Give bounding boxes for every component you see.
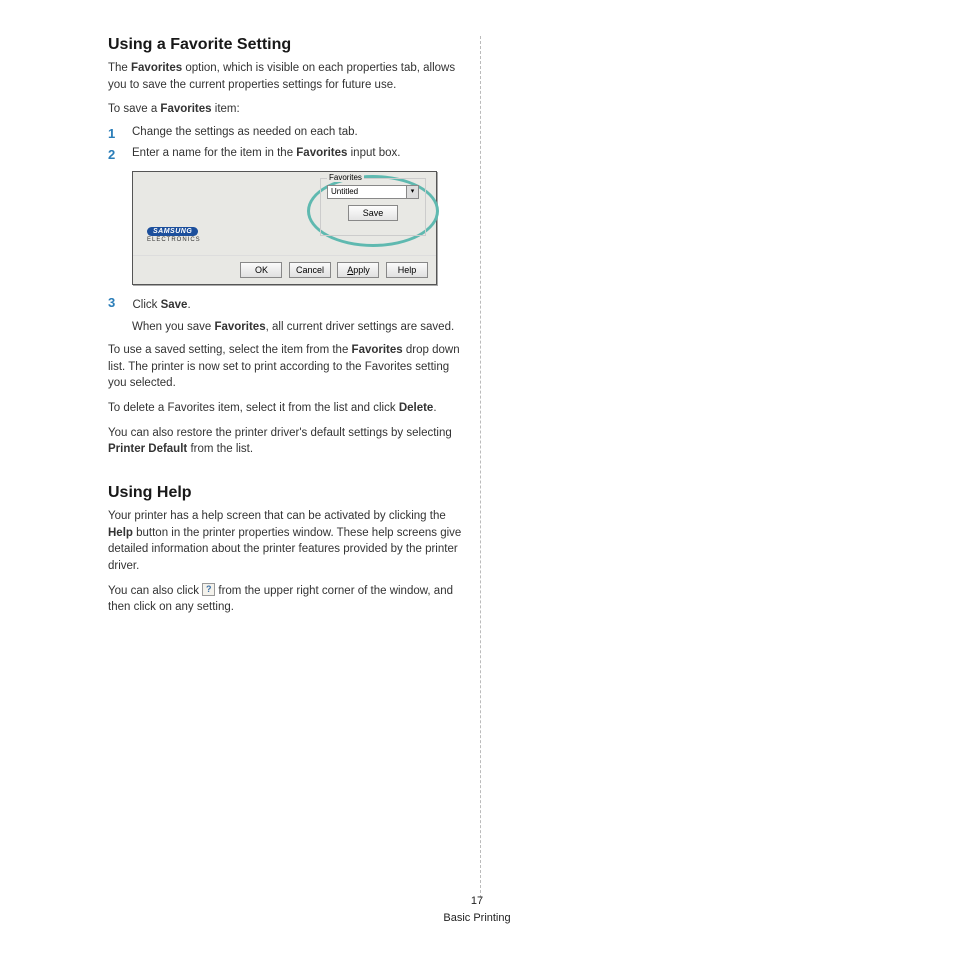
favorites-fieldset: Favorites Untitled ▾ Save xyxy=(320,178,426,236)
text: item: xyxy=(212,103,240,115)
text: . xyxy=(187,299,190,311)
question-mark-icon: ? xyxy=(202,583,215,596)
bold-favorites: Favorites xyxy=(214,321,265,333)
apply-rest: pply xyxy=(353,265,370,275)
bold-favorites: Favorites xyxy=(296,147,347,159)
step-1: 1 Change the settings as needed on each … xyxy=(108,124,463,141)
page-footer: 17 Basic Printing xyxy=(0,893,954,926)
help-paragraph-2: You can also click ? from the upper righ… xyxy=(108,583,463,616)
footer-section: Basic Printing xyxy=(0,910,954,927)
intro-paragraph: The Favorites option, which is visible o… xyxy=(108,60,463,93)
text: input box. xyxy=(347,147,400,159)
dialog-screenshot: SAMSUNG ELECTRONICS Favorites Untitled ▾… xyxy=(132,171,437,285)
apply-button[interactable]: Apply xyxy=(337,262,379,278)
bold-favorites: Favorites xyxy=(131,62,182,74)
heading-favorite-setting: Using a Favorite Setting xyxy=(108,36,463,54)
step-number: 2 xyxy=(108,145,115,165)
logo-subtext: ELECTRONICS xyxy=(147,237,201,243)
favorites-legend: Favorites xyxy=(327,173,364,182)
text: , all current driver settings are saved. xyxy=(266,321,455,333)
heading-using-help: Using Help xyxy=(108,484,463,502)
step-3-text: Click Save. xyxy=(132,297,462,314)
delete-paragraph: To delete a Favorites item, select it fr… xyxy=(108,400,463,417)
restore-paragraph: You can also restore the printer driver'… xyxy=(108,425,463,458)
ok-button[interactable]: OK xyxy=(240,262,282,278)
dropdown-value: Untitled xyxy=(328,186,406,198)
logo-text: SAMSUNG xyxy=(147,227,198,236)
text: To delete a Favorites item, select it fr… xyxy=(108,402,399,414)
text: To use a saved setting, select the item … xyxy=(108,344,352,356)
save-button[interactable]: Save xyxy=(348,205,398,221)
cancel-button[interactable]: Cancel xyxy=(289,262,331,278)
text: Your printer has a help screen that can … xyxy=(108,510,446,522)
samsung-logo: SAMSUNG ELECTRONICS xyxy=(147,225,201,243)
chevron-down-icon[interactable]: ▾ xyxy=(406,186,418,198)
step-2: 2 Enter a name for the item in the Favor… xyxy=(108,145,463,162)
help-button[interactable]: Help xyxy=(386,262,428,278)
step-text: Change the settings as needed on each ta… xyxy=(132,126,358,138)
bold-help: Help xyxy=(108,527,133,539)
text: You can also restore the printer driver'… xyxy=(108,427,452,439)
text: The xyxy=(108,62,131,74)
text: Enter a name for the item in the xyxy=(132,147,296,159)
column-divider xyxy=(480,36,481,898)
text: You can also click xyxy=(108,585,202,597)
step-3-followup: When you save Favorites, all current dri… xyxy=(132,319,462,336)
text: button in the printer properties window.… xyxy=(108,527,461,572)
use-saved-paragraph: To use a saved setting, select the item … xyxy=(108,342,463,392)
dialog-button-row: OK Cancel Apply Help xyxy=(133,256,436,284)
save-lead: To save a Favorites item: xyxy=(108,101,463,118)
text: Click xyxy=(132,299,160,311)
text: To save a xyxy=(108,103,160,115)
text: from the list. xyxy=(187,443,253,455)
bold-favorites: Favorites xyxy=(160,103,211,115)
step-number: 3 xyxy=(108,295,128,310)
text: . xyxy=(433,402,436,414)
step-number: 1 xyxy=(108,124,115,144)
bold-save: Save xyxy=(161,299,188,311)
bold-favorites: Favorites xyxy=(352,344,403,356)
bold-delete: Delete xyxy=(399,402,434,414)
text: When you save xyxy=(132,321,214,333)
favorites-dropdown[interactable]: Untitled ▾ xyxy=(327,185,419,199)
bold-printer-default: Printer Default xyxy=(108,443,187,455)
help-paragraph-1: Your printer has a help screen that can … xyxy=(108,508,463,575)
page-number: 17 xyxy=(0,893,954,910)
